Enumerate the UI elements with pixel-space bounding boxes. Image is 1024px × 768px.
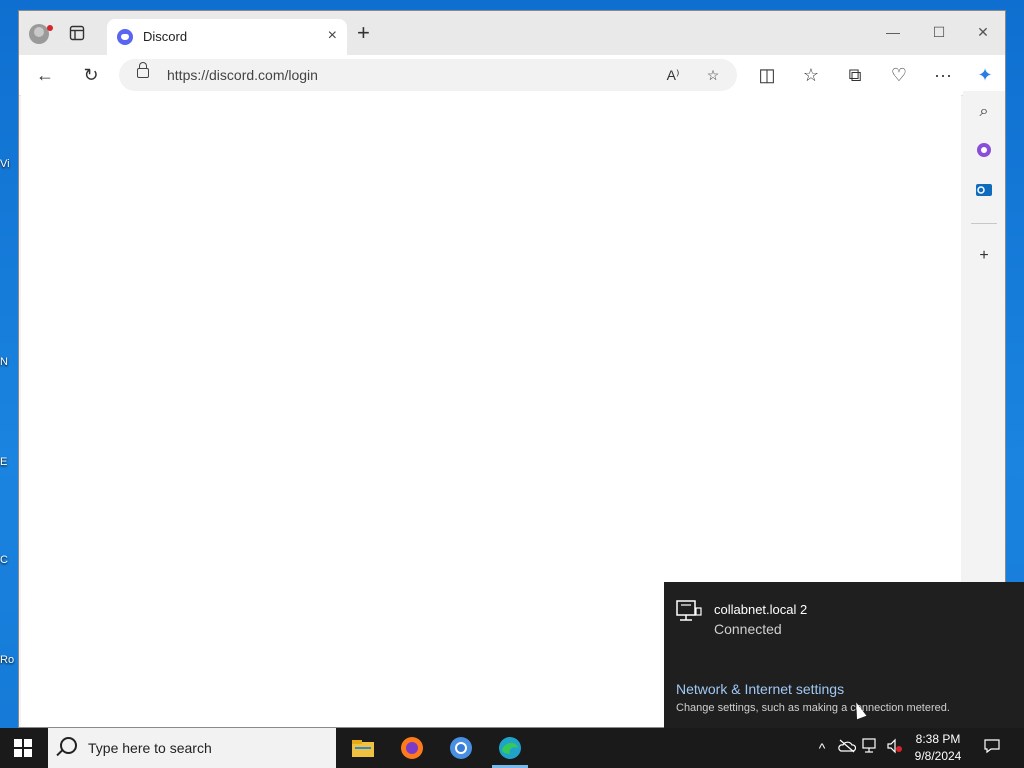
sidebar-divider bbox=[971, 223, 997, 224]
maximize-button[interactable]: ☐ bbox=[919, 17, 959, 47]
desktop-icon-label-fragment[interactable]: Ro bbox=[0, 654, 18, 666]
volume-muted-icon[interactable] bbox=[885, 738, 905, 759]
sidebar-search-icon[interactable]: ⌕ bbox=[973, 101, 995, 123]
favorite-star-icon[interactable]: ☆ bbox=[703, 65, 723, 85]
search-icon bbox=[60, 737, 77, 754]
taskbar: Type here to search ^ 8:38 PM 9/8/2024 bbox=[0, 728, 1024, 768]
action-center-icon[interactable] bbox=[982, 738, 1002, 759]
tab-close-icon[interactable]: × bbox=[328, 28, 337, 44]
network-status: Connected bbox=[714, 621, 782, 637]
firefox-icon[interactable] bbox=[398, 734, 426, 762]
desktop-icon-label-fragment[interactable]: C bbox=[0, 554, 18, 566]
file-explorer-icon[interactable] bbox=[349, 734, 377, 762]
tab-title: Discord bbox=[143, 29, 188, 44]
show-hidden-icons-chevron[interactable]: ^ bbox=[812, 738, 832, 758]
ethernet-icon bbox=[676, 600, 702, 622]
refresh-button[interactable]: ↻ bbox=[77, 61, 105, 89]
minimize-button[interactable]: — bbox=[873, 17, 913, 47]
new-tab-button[interactable]: + bbox=[357, 22, 370, 44]
navigation-bar: ← ↻ https://discord.com/login A⁾ ☆ ◫ ☆ ⧉… bbox=[19, 55, 1005, 96]
sidebar-add-icon[interactable]: + bbox=[973, 245, 995, 267]
sidebar-copilot-icon[interactable] bbox=[973, 141, 995, 163]
desktop-icon-label-fragment[interactable]: Vi bbox=[0, 158, 18, 170]
clock-time[interactable]: 8:38 PM bbox=[908, 732, 968, 746]
url-text[interactable]: https://discord.com/login bbox=[167, 67, 318, 83]
desktop-icon-label-fragment[interactable]: N bbox=[0, 356, 18, 368]
taskbar-search-box[interactable]: Type here to search bbox=[48, 728, 336, 768]
collections-icon[interactable]: ⧉ bbox=[841, 61, 869, 89]
tab-actions-icon[interactable] bbox=[69, 25, 85, 41]
windows-start-icon[interactable] bbox=[14, 739, 32, 757]
tab-bar: Discord × + — ☐ ✕ bbox=[19, 11, 1005, 55]
profile-avatar-icon[interactable] bbox=[29, 24, 49, 44]
desktop-icon-label-fragment[interactable]: E bbox=[0, 456, 18, 468]
more-options-icon[interactable]: ··· bbox=[929, 61, 957, 89]
read-aloud-icon[interactable]: A⁾ bbox=[663, 65, 683, 85]
favorites-icon[interactable]: ☆ bbox=[797, 61, 825, 89]
back-button[interactable]: ← bbox=[31, 61, 59, 89]
network-settings-description: Change settings, such as making a connec… bbox=[676, 702, 950, 714]
chrome-icon[interactable] bbox=[447, 734, 475, 762]
clock-date[interactable]: 9/8/2024 bbox=[908, 749, 968, 763]
copilot-icon[interactable]: ✦ bbox=[971, 61, 999, 89]
sidebar-outlook-icon[interactable] bbox=[973, 181, 995, 203]
network-flyout: collabnet.local 2 Connected Network & In… bbox=[664, 582, 1024, 728]
discord-favicon-icon bbox=[117, 29, 133, 45]
tab-discord[interactable]: Discord × bbox=[107, 19, 347, 55]
lock-icon[interactable] bbox=[137, 62, 149, 78]
search-placeholder: Type here to search bbox=[88, 740, 212, 756]
profile-notification-dot bbox=[47, 25, 53, 31]
network-name[interactable]: collabnet.local 2 bbox=[714, 602, 807, 617]
close-window-button[interactable]: ✕ bbox=[963, 17, 1003, 47]
edge-icon[interactable] bbox=[496, 734, 524, 762]
split-screen-icon[interactable]: ◫ bbox=[753, 61, 781, 89]
address-bar[interactable]: https://discord.com/login A⁾ ☆ bbox=[119, 59, 737, 91]
network-settings-link[interactable]: Network & Internet settings bbox=[676, 681, 844, 697]
onedrive-icon[interactable] bbox=[837, 738, 857, 758]
browser-essentials-icon[interactable]: ♡ bbox=[885, 61, 913, 89]
network-tray-icon[interactable] bbox=[861, 738, 881, 759]
